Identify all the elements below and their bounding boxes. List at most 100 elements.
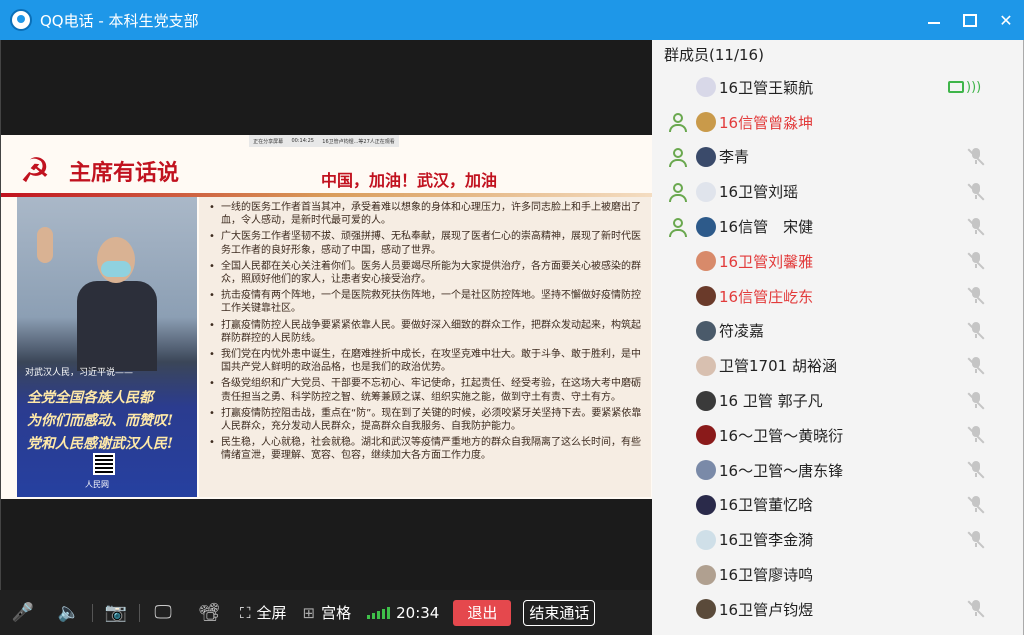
call-duration: 20:34 [396,603,440,622]
slide-title: 主席有话说 [69,161,180,186]
screen-share-icon[interactable]: 🖵 [140,590,186,635]
mic-muted-icon [967,182,985,201]
fullscreen-button[interactable]: ⛶ 全屏 [232,602,295,623]
user-profile-icon [668,112,688,133]
avatar[interactable] [696,355,716,376]
avatar[interactable] [696,251,716,272]
avatar[interactable] [696,112,716,133]
avatar[interactable] [696,425,716,446]
mic-muted-icon [967,495,985,514]
mic-muted-icon [967,147,985,166]
member-row[interactable]: 16～卫管～黄晓衍 [652,418,1023,453]
mic-muted-icon [967,391,985,410]
screen-sharing-icon: ))) [948,78,988,96]
mic-muted-icon [967,217,985,236]
minimize-button[interactable] [916,0,952,40]
member-row[interactable]: 16～卫管～唐东锋 [652,453,1023,488]
member-row[interactable]: 16 卫管 郭子凡 [652,383,1023,418]
avatar[interactable] [696,181,716,202]
projector-icon[interactable]: 📽 [186,590,232,635]
avatar[interactable] [696,77,716,98]
avatar[interactable] [696,599,716,620]
slide-bullet: 抗击疫情有两个阵地，一个是医院救死扶伤阵地，一个是社区防控阵地。坚持不懈做好疫情… [207,289,643,315]
maximize-button[interactable] [952,0,988,40]
avatar[interactable] [696,390,716,411]
slide-bullet: 打赢疫情防控阻击战，重点在“防”。现在到了关键的时候，必须咬紧牙关坚持下去。要紧… [207,407,643,433]
members-header: 群成员(11/16) [664,46,764,64]
slide-bullet: 打赢疫情防控人民战争要紧紧依靠人民。要做好深入细致的群众工作，把群众发动起来，构… [207,319,643,345]
slide-bullet-list: 一线的医务工作者首当其冲，承受着难以想象的身体和心理压力，许多同志脸上和手上被磨… [199,197,651,497]
photo-quote-line: 为你们而感动、而赞叹! [27,413,174,429]
member-row[interactable]: 16卫管董忆晗 [652,488,1023,523]
slide-bullet: 一线的医务工作者首当其冲，承受着难以想象的身体和心理压力，许多同志脸上和手上被磨… [207,201,643,227]
member-name: 16信管庄屹东 [719,287,814,306]
member-row[interactable]: 16信管 宋健 [652,209,1023,244]
window-controls: ✕ [916,0,1024,40]
member-row[interactable]: 16卫管王颖航))) [652,70,1023,105]
title-bar: QQ电话 - 本科生党支部 ✕ [0,0,1024,40]
user-profile-icon [668,147,688,167]
member-row[interactable]: 卫管1701 胡裕涵 [652,348,1023,383]
slide-header: ☭ 主席有话说 中国，加油！武汉，加油 [1,141,653,197]
photo-person-mask [101,261,131,277]
member-row[interactable]: 16卫管刘瑶 [652,174,1023,209]
photo-quote-line: 全党全国各族人民都 [27,390,153,406]
member-row[interactable]: 16卫管廖诗鸣 [652,557,1023,592]
fullscreen-icon: ⛶ [240,603,251,622]
photo-brand: 人民网 [85,480,109,489]
member-list: 16卫管王颖航))) 16信管曾淼坤 李青 16卫管刘瑶 16信管 宋健 16卫管刘馨雅 1… [652,70,1023,627]
member-name: 16～卫管～唐东锋 [719,461,844,480]
member-row[interactable]: 16信管庄屹东 [652,279,1023,314]
member-name: 16卫管刘瑶 [719,183,799,202]
member-row[interactable]: 李青 [652,140,1023,175]
photo-person-body [77,281,157,371]
exit-button[interactable]: 退出 [453,599,512,626]
slide-bullet: 广大医务工作者坚韧不拔、顽强拼搏、无私奉献，展现了医者仁心的崇高精神，展现了新时… [207,230,643,256]
avatar[interactable] [696,529,716,550]
mic-muted-icon [967,356,985,375]
member-row[interactable]: 16信管曾淼坤 [652,105,1023,140]
avatar[interactable] [696,564,716,585]
member-name: 16卫管李金漪 [719,531,814,550]
mic-muted-icon[interactable]: 🎤 [0,590,46,635]
member-name: 16卫管廖诗鸣 [719,566,814,585]
member-row[interactable]: 符凌嘉 [652,314,1023,349]
member-name: 16卫管卢钧煜 [719,600,814,619]
member-row[interactable]: 16卫管李金漪 [652,522,1023,557]
end-call-button[interactable]: 结束通话 [523,599,596,626]
slide-bullet: 各级党组织和广大党员、干部要不忘初心、牢记使命，扛起责任、经受考验，在这场大考中… [207,377,643,403]
user-profile-icon [668,217,688,237]
member-name: 16卫管董忆晗 [719,496,814,515]
member-name: 16卫管王颖航 [719,78,814,97]
camera-off-icon[interactable]: 📷 [93,590,139,635]
mic-muted-icon [967,321,985,340]
member-name: 16卫管刘馨雅 [719,252,814,271]
slide-bullet: 我们党在内忧外患中诞生，在磨难挫折中成长，在攻坚克难中壮大。敢于斗争、敢于胜利，… [207,348,643,374]
shared-screen-area[interactable]: 正在分享屏幕 00:14:25 16卫管卢钧煜...等27人正在观看 ☭ 主席有… [0,40,653,590]
presentation-slide: 正在分享屏幕 00:14:25 16卫管卢钧煜...等27人正在观看 ☭ 主席有… [1,135,653,499]
grid-view-button[interactable]: ⊞ 宫格 [295,602,360,623]
window-title: QQ电话 - 本科生党支部 [40,11,199,30]
member-row[interactable]: 16卫管刘馨雅 [652,244,1023,279]
avatar[interactable] [696,320,716,341]
member-name: 李青 [719,148,750,167]
avatar[interactable] [696,460,716,481]
mic-muted-icon [967,252,985,270]
avatar[interactable] [696,146,716,167]
slide-bullet: 全国人民都在关心关注着你们。医务人员要竭尽所能为大家提供治疗，各方面要关心被感染… [207,260,643,286]
speaker-icon[interactable]: 🔈 [46,590,92,635]
slide-slogan: 中国，加油！武汉，加油 [321,171,498,190]
avatar[interactable] [696,216,716,237]
avatar[interactable] [696,494,716,515]
member-row[interactable]: 16卫管卢钧煜 [652,592,1023,627]
mic-muted-icon [967,461,985,479]
members-panel: 群成员(11/16) 16卫管王颖航))) 16信管曾淼坤 李青 16卫管刘瑶 16信管… [652,40,1024,635]
photo-caption: 对武汉人民，习近平说—— [25,368,134,378]
user-profile-icon [668,182,688,202]
photo-person-hand [37,227,53,263]
close-button[interactable]: ✕ [988,0,1024,40]
mic-muted-icon [967,530,985,549]
slide-bullet: 民生稳，人心就稳，社会就稳。湖北和武汉等疫情严重地方的群众自我隔离了这么长时间，… [207,436,643,462]
member-name: 16信管 宋健 [719,218,814,237]
avatar[interactable] [696,286,716,307]
